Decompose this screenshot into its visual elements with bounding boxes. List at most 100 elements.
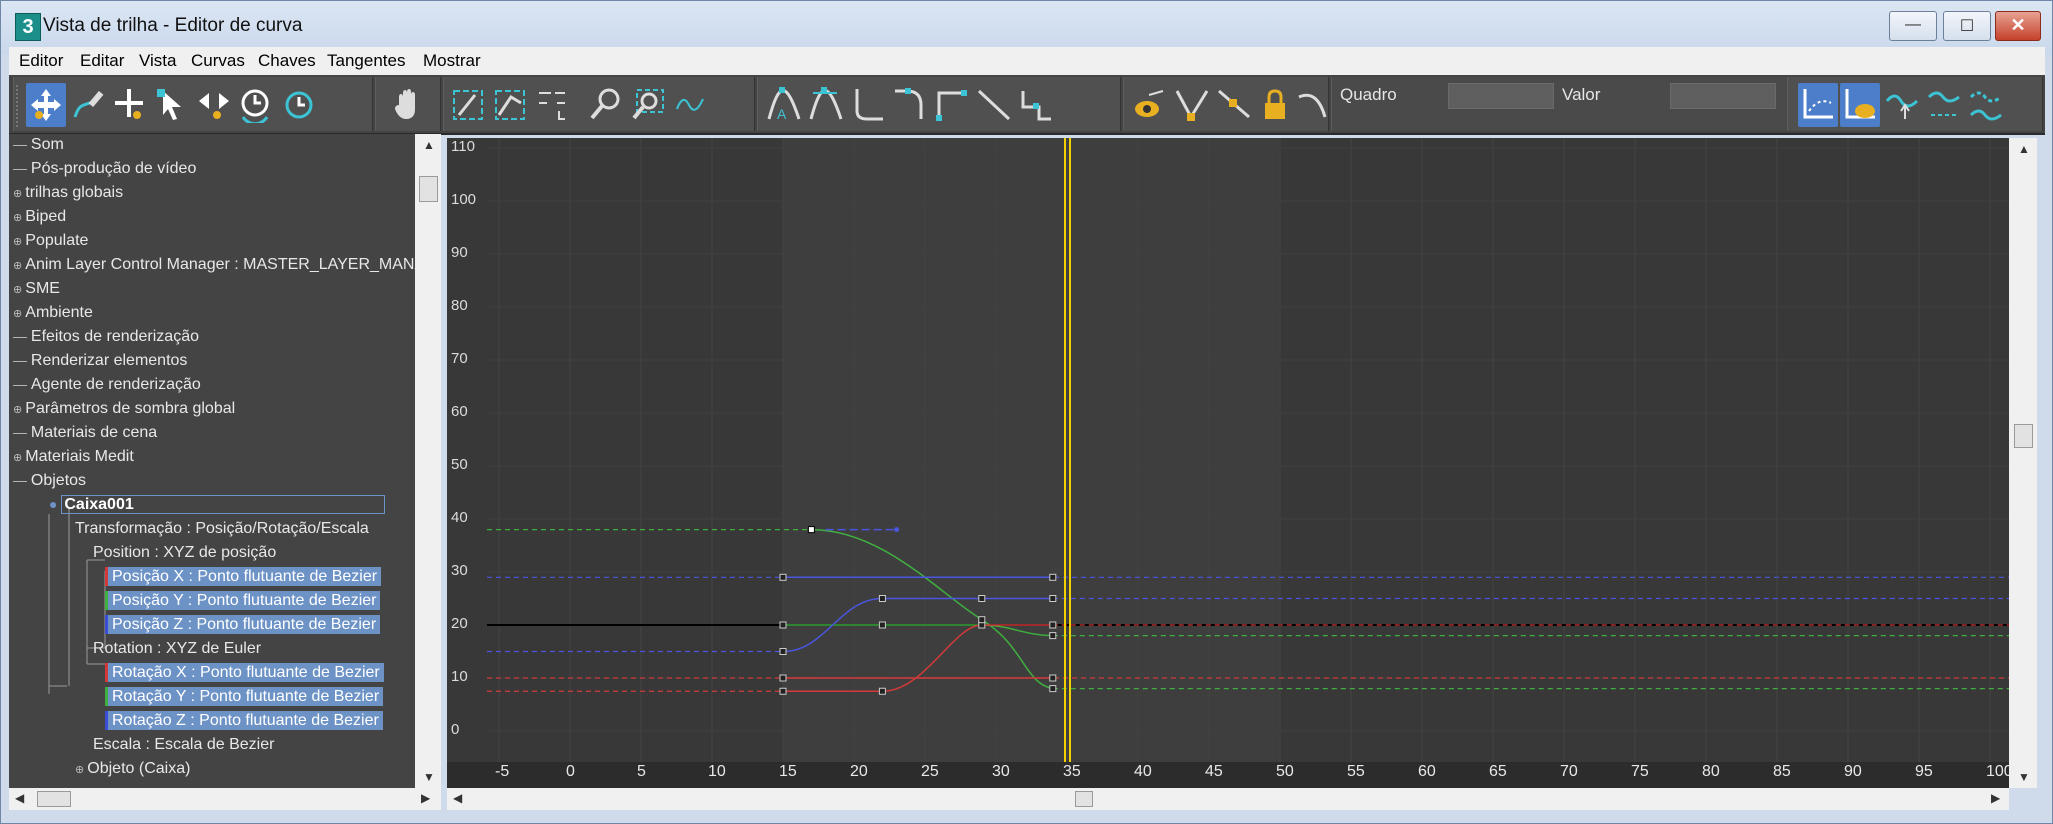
graph-scroll-down-arrow[interactable]: ▼	[2018, 770, 2030, 784]
scroll-left-arrow[interactable]: ◀	[15, 791, 24, 805]
tree-item[interactable]: — Efeitos de renderização	[13, 328, 199, 350]
tree-item[interactable]: — Som	[13, 136, 64, 158]
tree-item[interactable]: ● Caixa001	[49, 495, 385, 518]
menu-curvas[interactable]: Curvas	[191, 51, 245, 71]
out-of-range-button[interactable]	[1882, 83, 1922, 127]
tree-scroll-thumb[interactable]	[419, 176, 438, 202]
expand-icon[interactable]: ⊕	[13, 236, 25, 248]
parameter-curve-button[interactable]	[1294, 83, 1334, 127]
draw-curves-button[interactable]	[68, 83, 108, 127]
lock-selection-button[interactable]	[1256, 83, 1296, 127]
graph-vertical-scrollbar[interactable]: ▲ ▼	[2009, 138, 2037, 788]
curve-canvas[interactable]	[447, 138, 2009, 762]
menu-chaves[interactable]: Chaves	[258, 51, 316, 71]
scroll-down-arrow[interactable]: ▼	[423, 770, 435, 784]
select-keys-button[interactable]	[152, 83, 192, 127]
tree-item[interactable]: Escala : Escala de Bezier	[93, 736, 274, 758]
minimize-button[interactable]: —	[1889, 11, 1937, 41]
tree-item[interactable]: Posição Z : Ponto flutuante de Bezier	[105, 615, 381, 638]
filter-button[interactable]	[1798, 83, 1838, 127]
graph-horizontal-scrollbar[interactable]: ◀ ▶	[447, 788, 2009, 810]
expand-icon[interactable]: ⊕	[13, 308, 25, 320]
tree-horizontal-scrollbar[interactable]: ◀ ▶	[9, 788, 441, 810]
graph-scroll-up-arrow[interactable]: ▲	[2018, 142, 2030, 156]
menu-tangentes[interactable]: Tangentes	[327, 51, 405, 71]
app-icon[interactable]: 3	[15, 13, 41, 41]
tree-hscroll-thumb[interactable]	[37, 791, 71, 807]
expand-icon[interactable]: ⊕	[75, 764, 87, 776]
tree-item[interactable]: ⊕ Parâmetros de sombra global	[13, 400, 235, 422]
tree-item[interactable]: ⊕ Materiais Medit	[13, 448, 134, 470]
tree-item[interactable]: Posição X : Ponto flutuante de Bezier	[105, 567, 382, 590]
quadro-field[interactable]	[1448, 83, 1554, 109]
add-keys-button[interactable]	[110, 83, 150, 127]
expand-icon[interactable]: ⊕	[13, 284, 25, 296]
maximize-button[interactable]: ☐	[1943, 11, 1991, 41]
ease-out-button[interactable]	[1966, 83, 2006, 127]
tangent-auto-button[interactable]: A	[764, 83, 804, 127]
tree-item[interactable]: Rotação Y : Ponto flutuante de Bezier	[105, 687, 384, 710]
scale-values-button[interactable]	[278, 83, 318, 127]
tree-item[interactable]: — Materiais de cena	[13, 424, 157, 446]
expand-icon[interactable]: ⊕	[13, 212, 25, 224]
tree-item[interactable]: Transformação : Posição/Rotação/Escala	[75, 520, 369, 542]
tree-item[interactable]: ⊕ Anim Layer Control Manager : MASTER_LA…	[13, 256, 415, 278]
menu-editor[interactable]: Editor	[19, 51, 63, 71]
tree-vertical-scrollbar[interactable]: ▲ ▼	[415, 134, 441, 788]
pan-button[interactable]	[388, 83, 428, 127]
toolbar-grip[interactable]	[16, 85, 22, 127]
tree-item[interactable]: — Renderizar elementos	[13, 352, 187, 374]
tangent-custom-button[interactable]	[806, 83, 846, 127]
tree-item[interactable]: ⊕ Ambiente	[13, 304, 93, 326]
controller-tree[interactable]: — Som — Pós-produção de vídeo ⊕ trilhas gl…	[9, 134, 415, 788]
show-selected-button[interactable]	[1840, 83, 1880, 127]
tree-item[interactable]: Rotação X : Ponto flutuante de Bezier	[105, 663, 384, 686]
tangent-smooth-button[interactable]	[1016, 83, 1056, 127]
close-button[interactable]: ✕	[1995, 11, 2041, 41]
graph-hscroll-thumb[interactable]	[1075, 791, 1093, 807]
tree-item[interactable]: Position : XYZ de posição	[93, 544, 276, 566]
tree-item[interactable]: Posição Y : Ponto flutuante de Bezier	[105, 591, 381, 614]
tree-item[interactable]: Rotation : XYZ de Euler	[93, 640, 261, 662]
expand-icon[interactable]: ⊕	[13, 260, 25, 272]
menu-vista[interactable]: Vista	[139, 51, 177, 71]
tree-item[interactable]: Rotação Z : Ponto flutuante de Bezier	[105, 711, 383, 734]
tree-item[interactable]: ⊕ Biped	[13, 208, 66, 230]
zoom-button[interactable]	[586, 83, 626, 127]
tangent-slow-button[interactable]	[890, 83, 930, 127]
tree-item[interactable]: — Objetos	[13, 472, 86, 494]
tree-item[interactable]: ⊕ Objeto (Caixa)	[75, 760, 190, 782]
graph-scroll-right-arrow[interactable]: ▶	[1991, 791, 2000, 805]
zoom-region-button[interactable]	[628, 83, 668, 127]
scroll-up-arrow[interactable]: ▲	[423, 138, 435, 152]
valor-field[interactable]	[1670, 83, 1776, 109]
tree-item[interactable]: — Pós-produção de vídeo	[13, 160, 196, 182]
move-keys-button[interactable]	[26, 83, 66, 127]
expand-icon[interactable]: ⊕	[13, 188, 25, 200]
unify-tangents-button[interactable]	[1214, 83, 1254, 127]
menu-mostrar[interactable]: Mostrar	[423, 51, 481, 71]
snap-frames-button[interactable]	[670, 83, 710, 127]
graph-vscroll-thumb[interactable]	[2014, 424, 2033, 448]
tree-item[interactable]: — Agente de renderização	[13, 376, 201, 398]
menu-editar[interactable]: Editar	[80, 51, 124, 71]
curve-graph[interactable]	[447, 138, 2009, 762]
tree-item[interactable]: ⊕ Populate	[13, 232, 88, 254]
frame-horizontal-button[interactable]	[448, 83, 488, 127]
break-tangents-button[interactable]	[1172, 83, 1212, 127]
tangent-step-button[interactable]	[932, 83, 972, 127]
slide-keys-button[interactable]	[194, 83, 234, 127]
show-tangents-button[interactable]	[1130, 83, 1170, 127]
scale-keys-button[interactable]	[236, 83, 276, 127]
expand-icon[interactable]: ⊕	[13, 452, 25, 464]
tangent-fast-button[interactable]	[848, 83, 888, 127]
tree-item[interactable]: ⊕ SME	[13, 280, 60, 302]
tree-item[interactable]: ⊕ trilhas globais	[13, 184, 123, 206]
tangent-linear-button[interactable]	[974, 83, 1014, 127]
expand-icon[interactable]: ⊕	[13, 404, 25, 416]
frame-values-button[interactable]	[490, 83, 530, 127]
scroll-right-arrow[interactable]: ▶	[421, 791, 430, 805]
isolate-curve-button[interactable]	[532, 83, 572, 127]
graph-scroll-left-arrow[interactable]: ◀	[453, 791, 462, 805]
ease-in-button[interactable]	[1924, 83, 1964, 127]
